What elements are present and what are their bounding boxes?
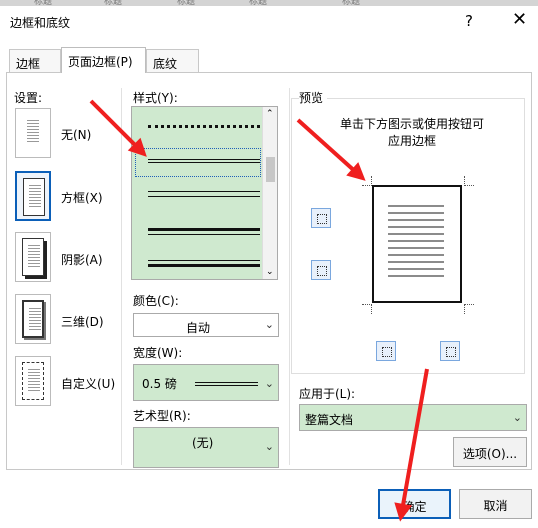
art-label: 艺术型(R): [133,409,191,423]
help-button[interactable]: ? [465,12,473,30]
style-heading: 样式(Y): [133,91,178,105]
apply-to-value: 整篇文档 [305,413,354,427]
apply-to-label: 应用于(L): [299,387,356,401]
setting-none-label: 无(N) [61,128,92,142]
corner-mark [464,304,474,314]
page-none-icon [22,114,44,152]
setting-box-label: 方框(X) [61,191,103,205]
corner-mark [362,304,372,314]
ok-button[interactable]: 确定 [378,489,451,519]
top-border-button[interactable] [311,208,331,228]
width-value: 0.5 磅 [142,377,177,391]
width-label: 宽度(W): [133,346,183,360]
style-scrollbar[interactable]: ⌃ ⌄ [262,107,277,279]
preview-divider [289,88,290,465]
setting-shadow-label: 阴影(A) [61,253,103,267]
dialog-title: 边框和底纹 [10,16,71,30]
preview-lines [388,205,444,281]
line-style-thin-thick[interactable] [148,260,260,267]
options-button[interactable]: 选项(O)... [453,437,527,467]
width-select[interactable]: 0.5 磅 ⌄ [133,364,279,401]
setting-custom-label: 自定义(U) [61,377,116,391]
left-border-button[interactable] [376,341,396,361]
scroll-up-icon[interactable]: ⌃ [266,109,274,119]
art-select[interactable]: (无) ⌄ [133,427,279,468]
art-value: (无) [192,436,214,450]
page-shadow-icon [22,238,44,276]
chevron-down-icon: ⌄ [264,440,274,453]
line-style-dotted[interactable] [148,125,260,128]
close-button[interactable]: ✕ [512,9,527,30]
tab-borders[interactable]: 边框(B) [9,49,61,86]
setting-custom-option[interactable] [15,356,51,406]
scroll-down-icon[interactable]: ⌄ [266,267,274,277]
chevron-down-icon: ⌄ [264,377,274,390]
tab-page-border[interactable]: 页面边框(P) [61,47,146,73]
color-label: 颜色(C): [133,294,179,308]
apply-to-select[interactable]: 整篇文档 ⌄ [299,404,527,431]
color-value: 自动 [186,321,211,335]
line-style-list[interactable]: ⌃ ⌄ [131,106,278,280]
line-style-thick-thin[interactable] [148,228,260,235]
dialog-titlebar [0,6,538,40]
page-box-icon [23,178,45,216]
preview-heading: 预览 [299,89,328,106]
selected-line-style-focus [135,148,261,177]
width-line-preview [195,382,258,386]
page-custom-icon [22,362,44,400]
setting-3d-option[interactable] [15,294,51,344]
settings-heading: 设置: [14,91,43,105]
cancel-button[interactable]: 取消 [459,489,532,519]
setting-3d-label: 三维(D) [61,315,104,329]
scrollbar-thumb[interactable] [266,157,275,182]
page-3d-icon [22,300,44,338]
setting-box-option[interactable] [15,171,51,221]
line-style-triple-thin[interactable] [148,191,260,197]
tab-shading[interactable]: 底纹(S) [146,49,199,86]
setting-none-option[interactable] [15,108,51,158]
chevron-down-icon: ⌄ [264,318,274,331]
preview-hint: 单击下方图示或使用按钮可 应用边框 [339,117,484,148]
color-select[interactable]: 自动 ⌄ [133,313,279,337]
corner-mark [464,176,474,186]
right-border-button[interactable] [440,341,460,361]
preview-page[interactable] [372,185,462,303]
settings-divider [121,88,122,465]
bottom-border-button[interactable] [311,260,331,280]
setting-shadow-option[interactable] [15,232,51,282]
chevron-down-icon: ⌄ [512,411,522,424]
